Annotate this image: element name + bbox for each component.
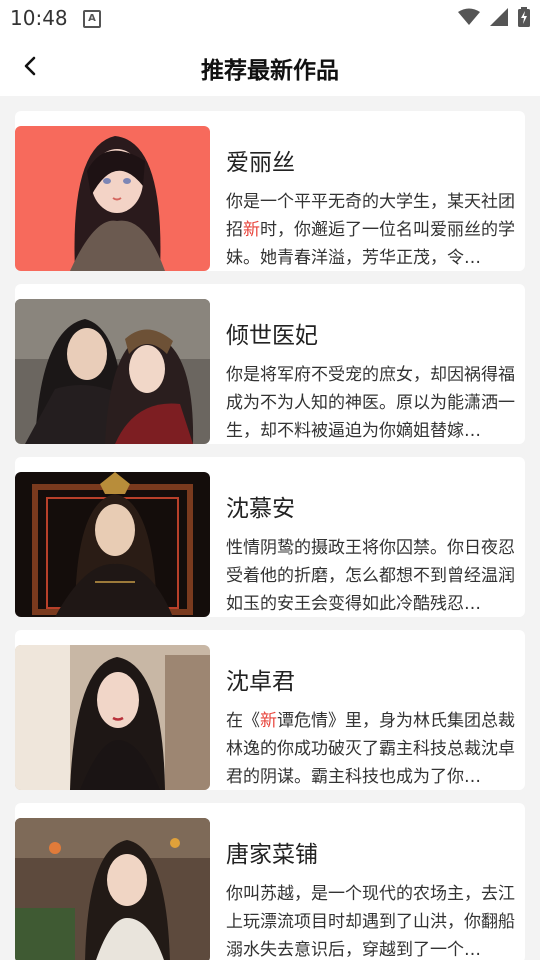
notification-icon: A	[83, 10, 101, 28]
work-cover-image	[15, 126, 210, 271]
works-list: 爱丽丝 你是一个平平无奇的大学生，某天社团招新时，你邂逅了一位名叫爱丽丝的学妹。…	[0, 96, 540, 960]
work-card-alice[interactable]: 爱丽丝 你是一个平平无奇的大学生，某天社团招新时，你邂逅了一位名叫爱丽丝的学妹。…	[15, 111, 525, 271]
work-title: 沈卓君	[226, 669, 295, 695]
work-card-qingshi-yifei[interactable]: 倾世医妃 你是将军府不受宠的庶女，却因祸得福成为不为人知的神医。原以为能潇洒一生…	[15, 284, 525, 444]
work-title: 唐家菜铺	[226, 842, 318, 868]
keyword-highlight: 新	[260, 711, 277, 731]
signal-icon	[490, 8, 508, 26]
work-title: 爱丽丝	[226, 150, 295, 176]
work-cover-image	[15, 818, 210, 960]
wifi-icon	[458, 8, 480, 25]
work-cover-image	[15, 645, 210, 790]
work-description: 性情阴鸷的摄政王将你囚禁。你日夜忍受着他的折磨，怎么都想不到曾经温润如玉的安王会…	[226, 538, 515, 614]
work-description: 你是将军府不受宠的庶女，却因祸得福成为不为人知的神医。原以为能潇洒一生，却不料被…	[226, 365, 515, 441]
keyword-highlight: 新	[243, 220, 260, 240]
battery-charging-icon	[518, 7, 530, 27]
work-card-shen-muan[interactable]: 沈慕安 性情阴鸷的摄政王将你囚禁。你日夜忍受着他的折磨，怎么都想不到曾经温润如玉…	[15, 457, 525, 617]
work-description: 在《新谭危情》里，身为林氏集团总裁林逸的你成功破灭了霸主科技总裁沈卓君的阴谋。霸…	[226, 711, 515, 787]
page-title: 推荐最新作品	[201, 58, 339, 84]
work-title: 倾世医妃	[226, 323, 318, 349]
work-card-tangjia-caipu[interactable]: 唐家菜铺 你叫苏越，是一个现代的农场主，去江上玩漂流项目时却遇到了山洪，你翻船溺…	[15, 803, 525, 960]
system-icons	[458, 7, 530, 27]
work-card-shen-zhuojun[interactable]: 沈卓君 在《新谭危情》里，身为林氏集团总裁林逸的你成功破灭了霸主科技总裁沈卓君的…	[15, 630, 525, 790]
work-cover-image	[15, 299, 210, 444]
status-bar: 10:48 A	[0, 0, 540, 36]
work-description: 你叫苏越，是一个现代的农场主，去江上玩漂流项目时却遇到了山洪，你翻船溺水失去意识…	[226, 884, 515, 960]
app-header: 推荐最新作品	[0, 36, 540, 96]
status-time: 10:48	[10, 6, 68, 30]
work-cover-image	[15, 472, 210, 617]
work-title: 沈慕安	[226, 496, 295, 522]
work-description: 你是一个平平无奇的大学生，某天社团招新时，你邂逅了一位名叫爱丽丝的学妹。她青春洋…	[226, 192, 515, 268]
